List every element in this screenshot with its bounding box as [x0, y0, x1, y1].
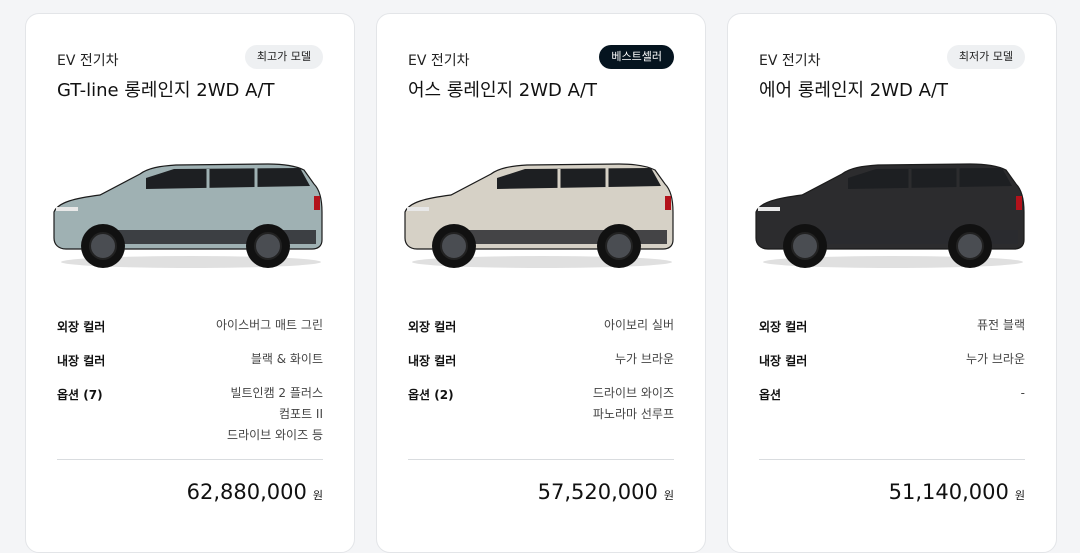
options-list: 드라이브 와이즈 파노라마 선루프 [593, 383, 674, 425]
divider [408, 459, 674, 460]
car-image [755, 163, 1025, 268]
option-item: 컴포트 II [278, 407, 323, 421]
price-value: 57,520,000 [537, 480, 658, 504]
headlight [758, 207, 780, 211]
option-item: 드라이브 와이즈 [592, 386, 674, 400]
front-wheel-rim [791, 232, 819, 260]
vehicle-type-label: EV 전기차 [408, 53, 470, 69]
vehicle-type-label: EV 전기차 [57, 53, 119, 69]
options-list: - [1021, 383, 1025, 404]
option-item: - [1020, 386, 1025, 400]
trim-card-gt-line[interactable]: EV 전기차 최고가 모델 GT-line 롱레인지 2WD A/T 외장 컬러… [25, 13, 355, 553]
divider [759, 459, 1025, 460]
rear-wheel-rim [254, 232, 282, 260]
options-list: 빌트인캠 2 플러스 컴포트 II 드라이브 와이즈 등 [227, 383, 323, 446]
exterior-color-value: 아이스버그 매트 그린 [216, 318, 323, 332]
interior-color-label: 내장 컬러 [57, 354, 106, 368]
price: 51,140,000 원 [889, 480, 1025, 504]
interior-color-value: 블랙 & 화이트 [250, 352, 323, 366]
taillight [314, 196, 320, 210]
front-wheel-rim [440, 232, 468, 260]
price-badge: 최고가 모델 [244, 45, 323, 69]
interior-color-label: 내장 컬러 [408, 354, 457, 368]
price-value: 51,140,000 [888, 480, 1009, 504]
trim-card-air[interactable]: EV 전기차 최저가 모델 에어 롱레인지 2WD A/T 외장 컬러 퓨전 블… [727, 13, 1057, 553]
rear-wheel-rim [605, 232, 633, 260]
exterior-color-value: 아이보리 실버 [603, 318, 674, 332]
car-windows [497, 168, 661, 189]
trim-card-earth[interactable]: EV 전기차 베스트셀러 어스 롱레인지 2WD A/T 외장 컬러 아이보리 … [376, 13, 706, 553]
interior-color-value: 누가 브라운 [965, 352, 1025, 366]
model-name: 어스 롱레인지 2WD A/T [408, 80, 598, 101]
option-item: 드라이브 와이즈 등 [227, 428, 323, 442]
interior-color-value: 누가 브라운 [614, 352, 674, 366]
front-wheel-rim [89, 232, 117, 260]
model-name: 에어 롱레인지 2WD A/T [759, 80, 949, 101]
taillight [665, 196, 671, 210]
headlight [56, 207, 78, 211]
currency-unit: 원 [312, 489, 323, 502]
model-name: GT-line 롱레인지 2WD A/T [57, 80, 275, 101]
currency-unit: 원 [663, 489, 674, 502]
options-label: 옵션 [759, 388, 782, 402]
vehicle-type-label: EV 전기차 [759, 53, 821, 69]
car-windows [848, 168, 1012, 189]
exterior-color-label: 외장 컬러 [408, 320, 457, 334]
car-windows [146, 168, 310, 189]
price-value: 62,880,000 [186, 480, 307, 504]
option-item: 파노라마 선루프 [592, 407, 674, 421]
interior-color-label: 내장 컬러 [759, 354, 808, 368]
price: 57,520,000 원 [538, 480, 674, 504]
divider [57, 459, 323, 460]
rear-wheel-rim [956, 232, 984, 260]
car-image [53, 163, 323, 268]
price: 62,880,000 원 [187, 480, 323, 504]
exterior-color-label: 외장 컬러 [57, 320, 106, 334]
option-item: 빌트인캠 2 플러스 [230, 386, 323, 400]
exterior-color-value: 퓨전 블랙 [977, 318, 1025, 332]
taillight [1016, 196, 1022, 210]
headlight [407, 207, 429, 211]
options-label: 옵션 (7) [57, 388, 103, 402]
exterior-color-label: 외장 컬러 [759, 320, 808, 334]
currency-unit: 원 [1014, 489, 1025, 502]
price-badge: 최저가 모델 [946, 45, 1025, 69]
car-image [404, 163, 674, 268]
options-label: 옵션 (2) [408, 388, 454, 402]
bestseller-badge: 베스트셀러 [599, 45, 674, 69]
